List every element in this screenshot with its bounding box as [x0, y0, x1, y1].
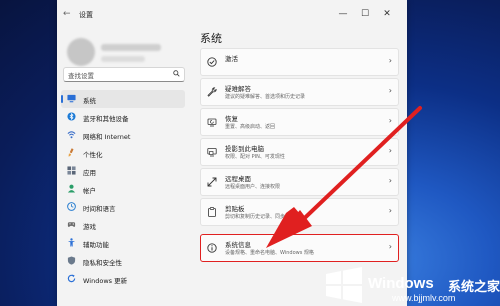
projector-icon: [207, 148, 217, 157]
sidebar-item-privacy[interactable]: 隐私和安全性: [61, 252, 185, 270]
settings-row-recovery[interactable]: 恢复 重置、高级启动、返回 ›: [200, 108, 399, 136]
account-icon: [67, 184, 76, 193]
sidebar-item-label: 帐户: [83, 187, 96, 195]
search-field[interactable]: 查找设置: [63, 67, 185, 82]
clock-globe-icon: [67, 202, 76, 211]
sidebar-item-label: 个性化: [83, 151, 103, 159]
row-title: 剪贴板: [225, 205, 245, 213]
sidebar-item-label: 时间和语言: [83, 205, 116, 213]
window-title: 设置: [79, 11, 93, 19]
close-button[interactable]: ✕: [381, 8, 393, 20]
avatar: [67, 38, 95, 66]
update-icon: [67, 274, 76, 283]
sidebar-item-personalization[interactable]: 个性化: [61, 144, 185, 162]
sidebar: 查找设置 系统 蓝牙和其他设备 网络和 Internet 个性化 应用 帐户 时…: [57, 30, 187, 306]
settings-row-activation[interactable]: 激活 ›: [200, 48, 399, 76]
clipboard-icon: [208, 207, 216, 217]
settings-row-project-to-pc[interactable]: 投影到此电脑 权限、配对 PIN、可发现性 ›: [200, 138, 399, 166]
row-title: 激活: [225, 55, 238, 63]
sidebar-item-accounts[interactable]: 帐户: [61, 180, 185, 198]
row-subtitle: 建议的疑难解答、首选项和历史记录: [225, 94, 306, 100]
sidebar-item-label: 辅助功能: [83, 241, 109, 249]
bluetooth-icon: [67, 112, 76, 121]
sidebar-item-time-language[interactable]: 时间和语言: [61, 198, 185, 216]
gamepad-icon: [67, 222, 76, 227]
sidebar-item-label: 隐私和安全性: [83, 259, 122, 267]
settings-row-clipboard[interactable]: 剪贴板 剪切和复制历史记录、同步、清除 ›: [200, 198, 399, 226]
watermark-url: www.bjjmlv.com: [392, 293, 456, 303]
settings-row-remote-desktop[interactable]: 远程桌面 远程桌面用户、连接权限 ›: [200, 168, 399, 196]
apps-icon: [67, 166, 76, 175]
settings-window: ← 设置 — ☐ ✕ 查找设置 系统 蓝牙和其他设备 网络和 Internet …: [57, 0, 407, 306]
chevron-right-icon: ›: [388, 242, 392, 251]
sidebar-item-gaming[interactable]: 游戏: [61, 216, 185, 234]
chevron-right-icon: ›: [388, 56, 392, 65]
watermark-brand: Windows: [368, 275, 434, 292]
info-icon: [207, 243, 217, 253]
remote-desktop-icon: [207, 177, 217, 187]
chevron-right-icon: ›: [388, 206, 392, 215]
sidebar-item-label: 游戏: [83, 223, 96, 231]
chevron-right-icon: ›: [388, 146, 392, 155]
brush-icon: [68, 148, 74, 157]
row-subtitle: 剪切和复制历史记录、同步、清除: [225, 214, 301, 220]
monitor-icon: [67, 94, 76, 103]
chevron-right-icon: ›: [388, 176, 392, 185]
sidebar-item-label: Windows 更新: [83, 277, 128, 285]
wrench-icon: [207, 87, 217, 97]
chevron-right-icon: ›: [388, 116, 392, 125]
row-subtitle: 远程桌面用户、连接权限: [225, 184, 281, 190]
row-title: 恢复: [225, 115, 238, 123]
check-circle-icon: [207, 57, 217, 67]
sidebar-item-bluetooth[interactable]: 蓝牙和其他设备: [61, 108, 185, 126]
recovery-icon: [207, 118, 217, 127]
row-subtitle: 权限、配对 PIN、可发现性: [225, 154, 285, 160]
shield-icon: [67, 256, 76, 265]
sidebar-item-label: 系统: [83, 97, 96, 105]
row-title: 投影到此电脑: [225, 145, 264, 153]
search-icon[interactable]: [173, 70, 180, 77]
row-subtitle: 重置、高级启动、返回: [225, 124, 276, 130]
settings-row-about[interactable]: 系统信息 设备规格、重命名电脑、Windows 规格 ›: [200, 234, 399, 262]
maximize-button[interactable]: ☐: [359, 8, 371, 20]
sidebar-item-accessibility[interactable]: 辅助功能: [61, 234, 185, 252]
accessibility-icon: [67, 238, 76, 247]
sidebar-item-windows-update[interactable]: Windows 更新: [61, 270, 185, 288]
watermark: Windows 系统之家 www.bjjmlv.com: [322, 266, 500, 306]
row-title: 疑难解答: [225, 85, 251, 93]
chevron-right-icon: ›: [388, 86, 392, 95]
search-input[interactable]: 查找设置: [68, 70, 94, 80]
profile-name-blurred: [101, 44, 161, 51]
row-title: 系统信息: [225, 241, 251, 249]
page-title: 系统: [200, 32, 222, 45]
title-bar: ← 设置 — ☐ ✕: [57, 0, 407, 30]
row-subtitle: 设备规格、重命名电脑、Windows 规格: [225, 250, 314, 256]
windows-logo-icon: [326, 267, 362, 303]
sidebar-item-apps[interactable]: 应用: [61, 162, 185, 180]
sidebar-item-label: 网络和 Internet: [83, 133, 131, 141]
sidebar-item-label: 应用: [83, 169, 96, 177]
back-button[interactable]: ←: [63, 9, 71, 19]
sidebar-item-label: 蓝牙和其他设备: [83, 115, 129, 123]
settings-row-troubleshoot[interactable]: 疑难解答 建议的疑难解答、首选项和历史记录 ›: [200, 78, 399, 106]
watermark-brand-zh: 系统之家: [448, 279, 500, 294]
sidebar-item-network[interactable]: 网络和 Internet: [61, 126, 185, 144]
minimize-button[interactable]: —: [337, 8, 349, 20]
main-content: 系统 激活 › 疑难解答 建议的疑难解答、首选项和历史记录 › 恢复 重置、高级…: [194, 30, 407, 306]
sidebar-item-system[interactable]: 系统: [61, 90, 185, 108]
profile-email-blurred: [101, 56, 145, 62]
wifi-icon: [67, 131, 76, 139]
row-title: 远程桌面: [225, 175, 251, 183]
